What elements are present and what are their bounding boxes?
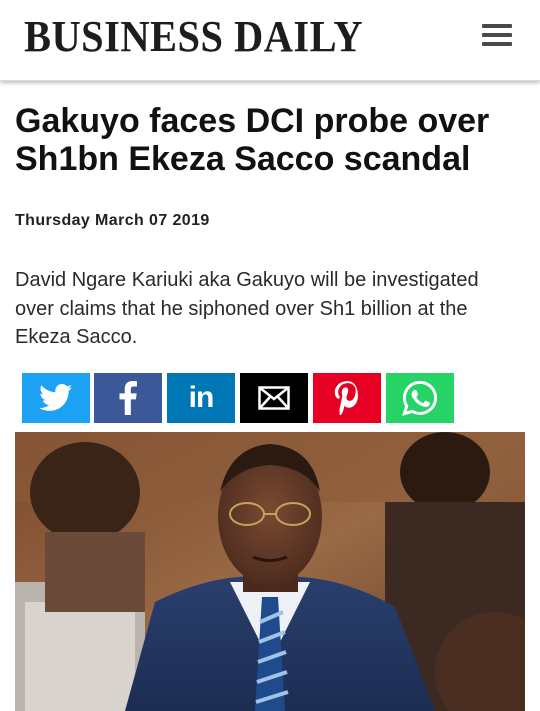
- share-email-button[interactable]: [240, 373, 308, 423]
- article-summary: David Ngare Kariuki aka Gakuyo will be i…: [15, 269, 479, 348]
- envelope-icon: [258, 386, 290, 410]
- site-header: BUSINESS DAILY: [0, 0, 540, 81]
- whatsapp-icon: [402, 380, 438, 416]
- article-headline: Gakuyo faces DCI probe over Sh1bn Ekeza …: [15, 102, 490, 178]
- hamburger-menu-icon[interactable]: [482, 24, 512, 50]
- share-twitter-button[interactable]: [22, 373, 90, 423]
- facebook-icon: [119, 381, 137, 415]
- share-linkedin-button[interactable]: in: [167, 373, 235, 423]
- site-logo[interactable]: BUSINESS DAILY: [24, 12, 363, 62]
- man-in-suit-photo: [15, 432, 525, 711]
- linkedin-icon: in: [188, 381, 215, 414]
- share-pinterest-button[interactable]: [313, 373, 381, 423]
- article-photo[interactable]: [15, 432, 525, 711]
- article-date: Thursday March 07 2019: [15, 212, 210, 229]
- twitter-icon: [39, 384, 73, 411]
- pinterest-icon: [334, 381, 358, 415]
- share-whatsapp-button[interactable]: [386, 373, 454, 423]
- share-facebook-button[interactable]: [94, 373, 162, 423]
